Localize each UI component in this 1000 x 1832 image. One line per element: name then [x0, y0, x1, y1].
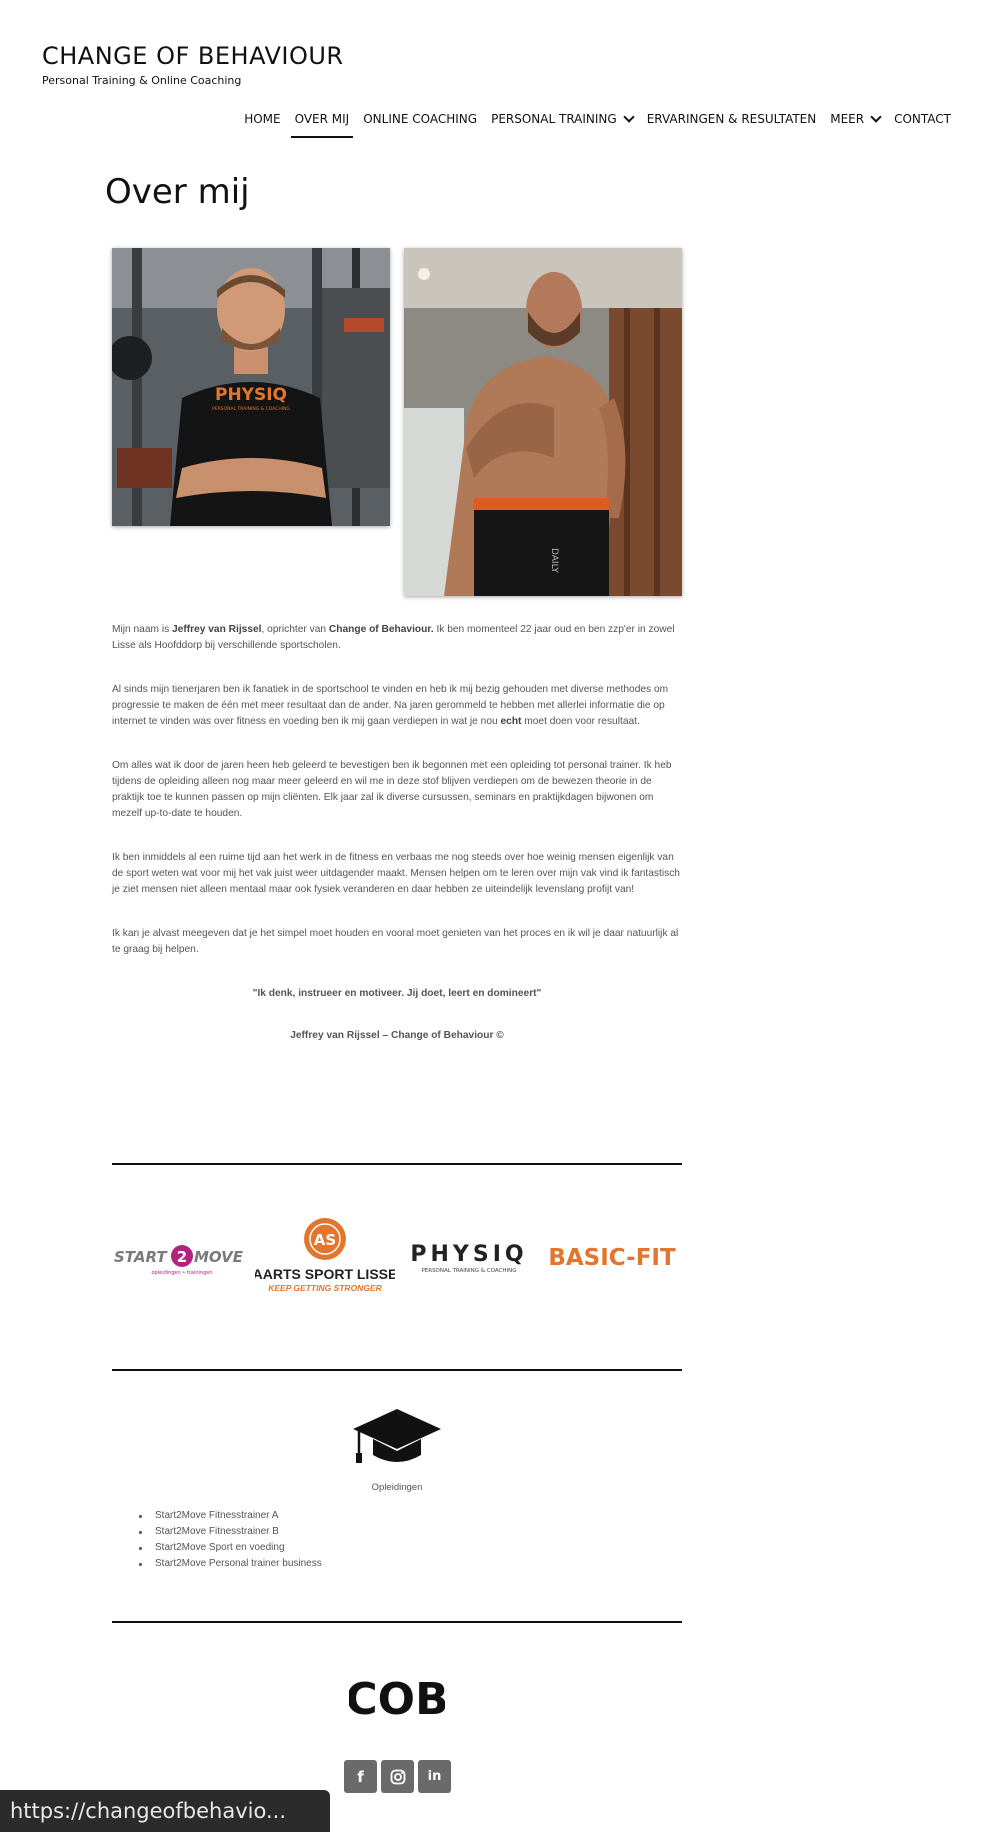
- paragraph-education: Om alles wat ik door de jaren heen heb g…: [112, 760, 672, 819]
- nav-home[interactable]: HOME: [237, 110, 287, 138]
- svg-text:PERSONAL TRAINING & COACHING: PERSONAL TRAINING & COACHING: [421, 1268, 516, 1274]
- about-text: Mijn naam is Jeffrey van Rijssel, oprich…: [112, 622, 682, 1072]
- nav-personal-training[interactable]: PERSONAL TRAINING: [484, 110, 640, 138]
- svg-text:START: START: [114, 1248, 168, 1266]
- nav-home-label: HOME: [244, 112, 281, 126]
- divider-middle: [112, 1369, 682, 1371]
- nav-over-mij-label: OVER MIJ: [294, 112, 350, 126]
- nav-ervaringen-resultaten[interactable]: ERVARINGEN & RESULTATEN: [640, 110, 824, 138]
- motto-quote: "Ik denk, instrueer en motiveer. Jij doe…: [252, 988, 542, 999]
- svg-text:AS: AS: [314, 1231, 336, 1249]
- nav-online-coaching[interactable]: ONLINE COACHING: [356, 110, 484, 138]
- main-navigation: HOME OVER MIJ ONLINE COACHING PERSONAL T…: [237, 110, 958, 138]
- education-caption: Opleidingen: [371, 1482, 423, 1493]
- signature: Jeffrey van Rijssel – Change of Behaviou…: [290, 1030, 504, 1041]
- nav-ervaringen-label: ERVARINGEN & RESULTATEN: [646, 112, 817, 126]
- aarts-sport-lisse-logo: AS AARTS SPORT LISSE KEEP GETTING STRONG…: [255, 1190, 395, 1326]
- svg-text:MOVE: MOVE: [194, 1248, 244, 1266]
- shirt-logo-subtext: PERSONAL TRAINING & COACHING: [212, 406, 290, 412]
- instagram-icon[interactable]: [381, 1760, 414, 1793]
- physiq-logo: PHYSIQ PERSONAL TRAINING & COACHING: [399, 1190, 539, 1326]
- paragraph-experience: Ik ben inmiddels al een ruime tijd aan h…: [112, 852, 680, 895]
- linkedin-icon[interactable]: in: [418, 1760, 451, 1793]
- nav-online-coaching-label: ONLINE COACHING: [363, 112, 478, 126]
- facebook-icon[interactable]: f: [344, 1760, 377, 1793]
- svg-text:COB: COB: [349, 1674, 445, 1724]
- status-bar-url: https://changeofbehavio...: [0, 1790, 330, 1832]
- nav-meer-label: MEER: [830, 112, 865, 126]
- partner-logos: START 2 MOVE opleidingen • trainingen AS…: [112, 1190, 682, 1326]
- back-pose-illustration: DAILY: [404, 248, 682, 596]
- list-item: Start2Move Sport en voeding: [139, 1540, 322, 1556]
- nav-meer[interactable]: MEER: [823, 110, 887, 138]
- paragraph-advice: Ik kan je alvast meegeven dat je het sim…: [112, 928, 679, 955]
- nav-contact[interactable]: CONTACT: [887, 110, 958, 138]
- cob-logo[interactable]: COB: [345, 1668, 448, 1725]
- site-tagline: Personal Training & Online Coaching: [42, 74, 242, 87]
- svg-text:2: 2: [177, 1248, 187, 1266]
- nav-contact-label: CONTACT: [894, 112, 951, 126]
- portrait-photo: PHYSIQ PERSONAL TRAINING & COACHING: [112, 248, 390, 526]
- list-item: Start2Move Fitnesstrainer A: [139, 1508, 322, 1524]
- education-list: Start2Move Fitnesstrainer A Start2Move F…: [139, 1508, 322, 1572]
- start2move-logo: START 2 MOVE opleidingen • trainingen: [112, 1190, 252, 1326]
- basic-fit-logo: BASIC-FIT: [542, 1190, 682, 1326]
- svg-text:opleidingen • trainingen: opleidingen • trainingen: [152, 1270, 213, 1276]
- site-title[interactable]: CHANGE OF BEHAVIOUR: [42, 42, 344, 70]
- svg-text:PHYSIQ: PHYSIQ: [410, 1242, 527, 1267]
- social-links: f in: [344, 1760, 451, 1793]
- graduation-cap-icon: [347, 1405, 447, 1472]
- list-item: Start2Move Personal trainer business: [139, 1556, 322, 1572]
- svg-text:KEEP GETTING STRONGER: KEEP GETTING STRONGER: [269, 1283, 383, 1293]
- portrait-illustration: PHYSIQ PERSONAL TRAINING & COACHING: [112, 248, 390, 526]
- chevron-down-icon[interactable]: [870, 110, 882, 123]
- shorts-text: DAILY: [549, 548, 559, 573]
- list-item: Start2Move Fitnesstrainer B: [139, 1524, 322, 1540]
- shirt-logo-text: PHYSIQ: [215, 385, 287, 405]
- chevron-down-icon[interactable]: [623, 110, 635, 123]
- paragraph-history: Al sinds mijn tienerjaren ben ik fanatie…: [112, 684, 669, 727]
- back-pose-photo: DAILY: [404, 248, 682, 596]
- svg-text:BASIC-FIT: BASIC-FIT: [548, 1245, 676, 1271]
- page-title: Over mij: [105, 172, 250, 212]
- nav-personal-training-label: PERSONAL TRAINING: [491, 112, 617, 126]
- divider-top: [112, 1163, 682, 1165]
- divider-bottom: [112, 1621, 682, 1623]
- nav-over-mij[interactable]: OVER MIJ: [288, 110, 357, 138]
- svg-text:AARTS SPORT LISSE: AARTS SPORT LISSE: [255, 1266, 395, 1282]
- paragraph-intro: Mijn naam is Jeffrey van Rijssel, oprich…: [112, 624, 675, 651]
